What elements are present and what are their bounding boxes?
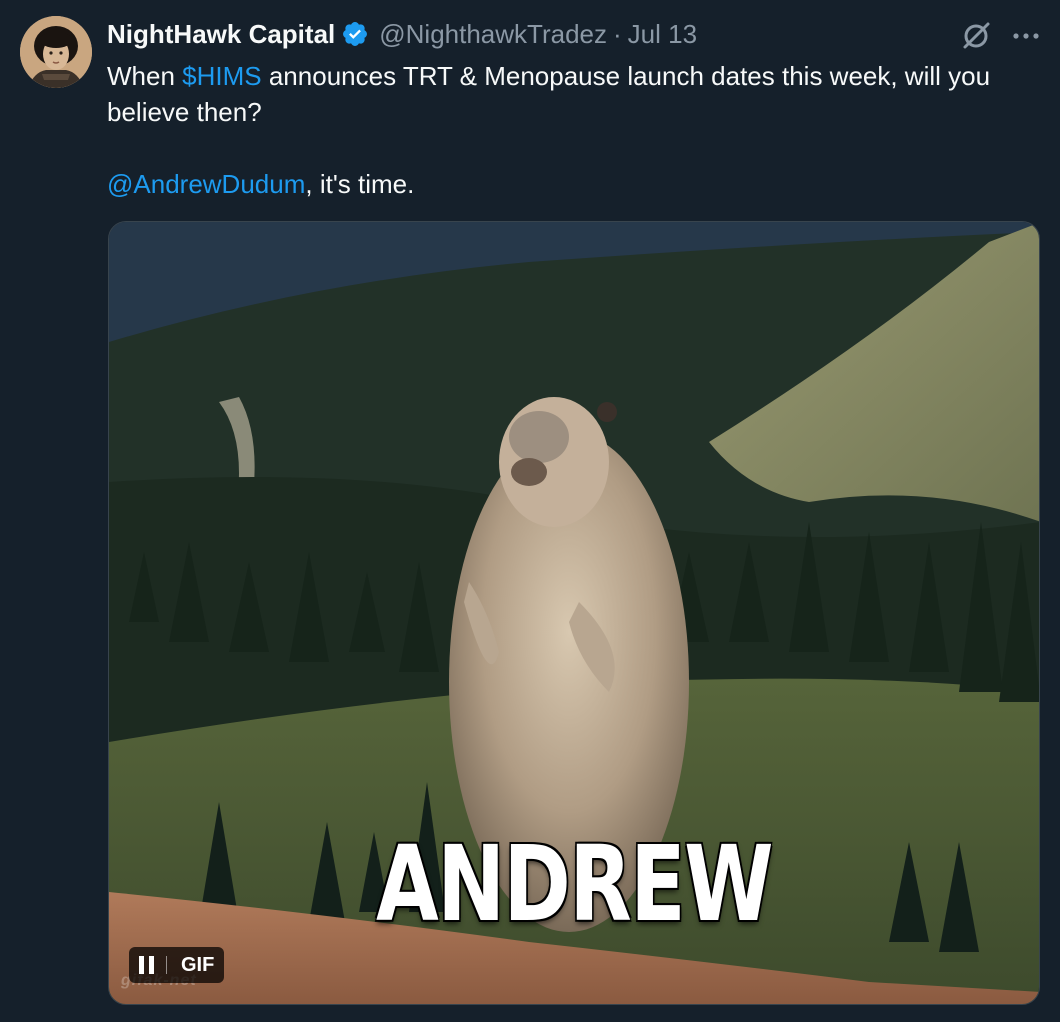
tweet-timestamp[interactable]: Jul 13 — [628, 19, 697, 50]
gif-caption: ANDREW — [375, 823, 774, 945]
avatar-image — [20, 16, 92, 88]
mention-link[interactable]: @AndrewDudum — [107, 169, 305, 199]
tweet-text-paragraph-2: @AndrewDudum, it's time. — [107, 166, 1027, 202]
tweet-header: NightHawk Capital @NighthawkTradez · Jul… — [107, 16, 697, 52]
verified-badge-icon[interactable] — [341, 20, 369, 48]
tweet-text-paragraph-1: When $HIMS announces TRT & Menopause lau… — [107, 58, 1027, 130]
tweet-text: When $HIMS announces TRT & Menopause lau… — [107, 58, 1027, 202]
tweet-text-suffix: , it's time. — [305, 169, 415, 199]
header-separator: · — [613, 18, 622, 49]
gif-media[interactable]: ANDREW gifak-net GIF — [108, 221, 1040, 1005]
gif-controls: GIF — [129, 947, 225, 983]
grok-icon[interactable] — [958, 18, 994, 54]
pause-icon[interactable] — [139, 956, 167, 974]
author-display-name[interactable]: NightHawk Capital — [107, 19, 335, 50]
avatar[interactable] — [20, 16, 92, 88]
author-handle[interactable]: @NighthawkTradez — [379, 19, 607, 50]
tweet[interactable]: NightHawk Capital @NighthawkTradez · Jul… — [0, 0, 1060, 1022]
more-options-icon[interactable] — [1006, 18, 1046, 54]
cashtag-link[interactable]: $HIMS — [182, 61, 261, 91]
gif-badge: GIF — [181, 953, 215, 976]
tweet-text-prefix: When — [107, 61, 183, 91]
